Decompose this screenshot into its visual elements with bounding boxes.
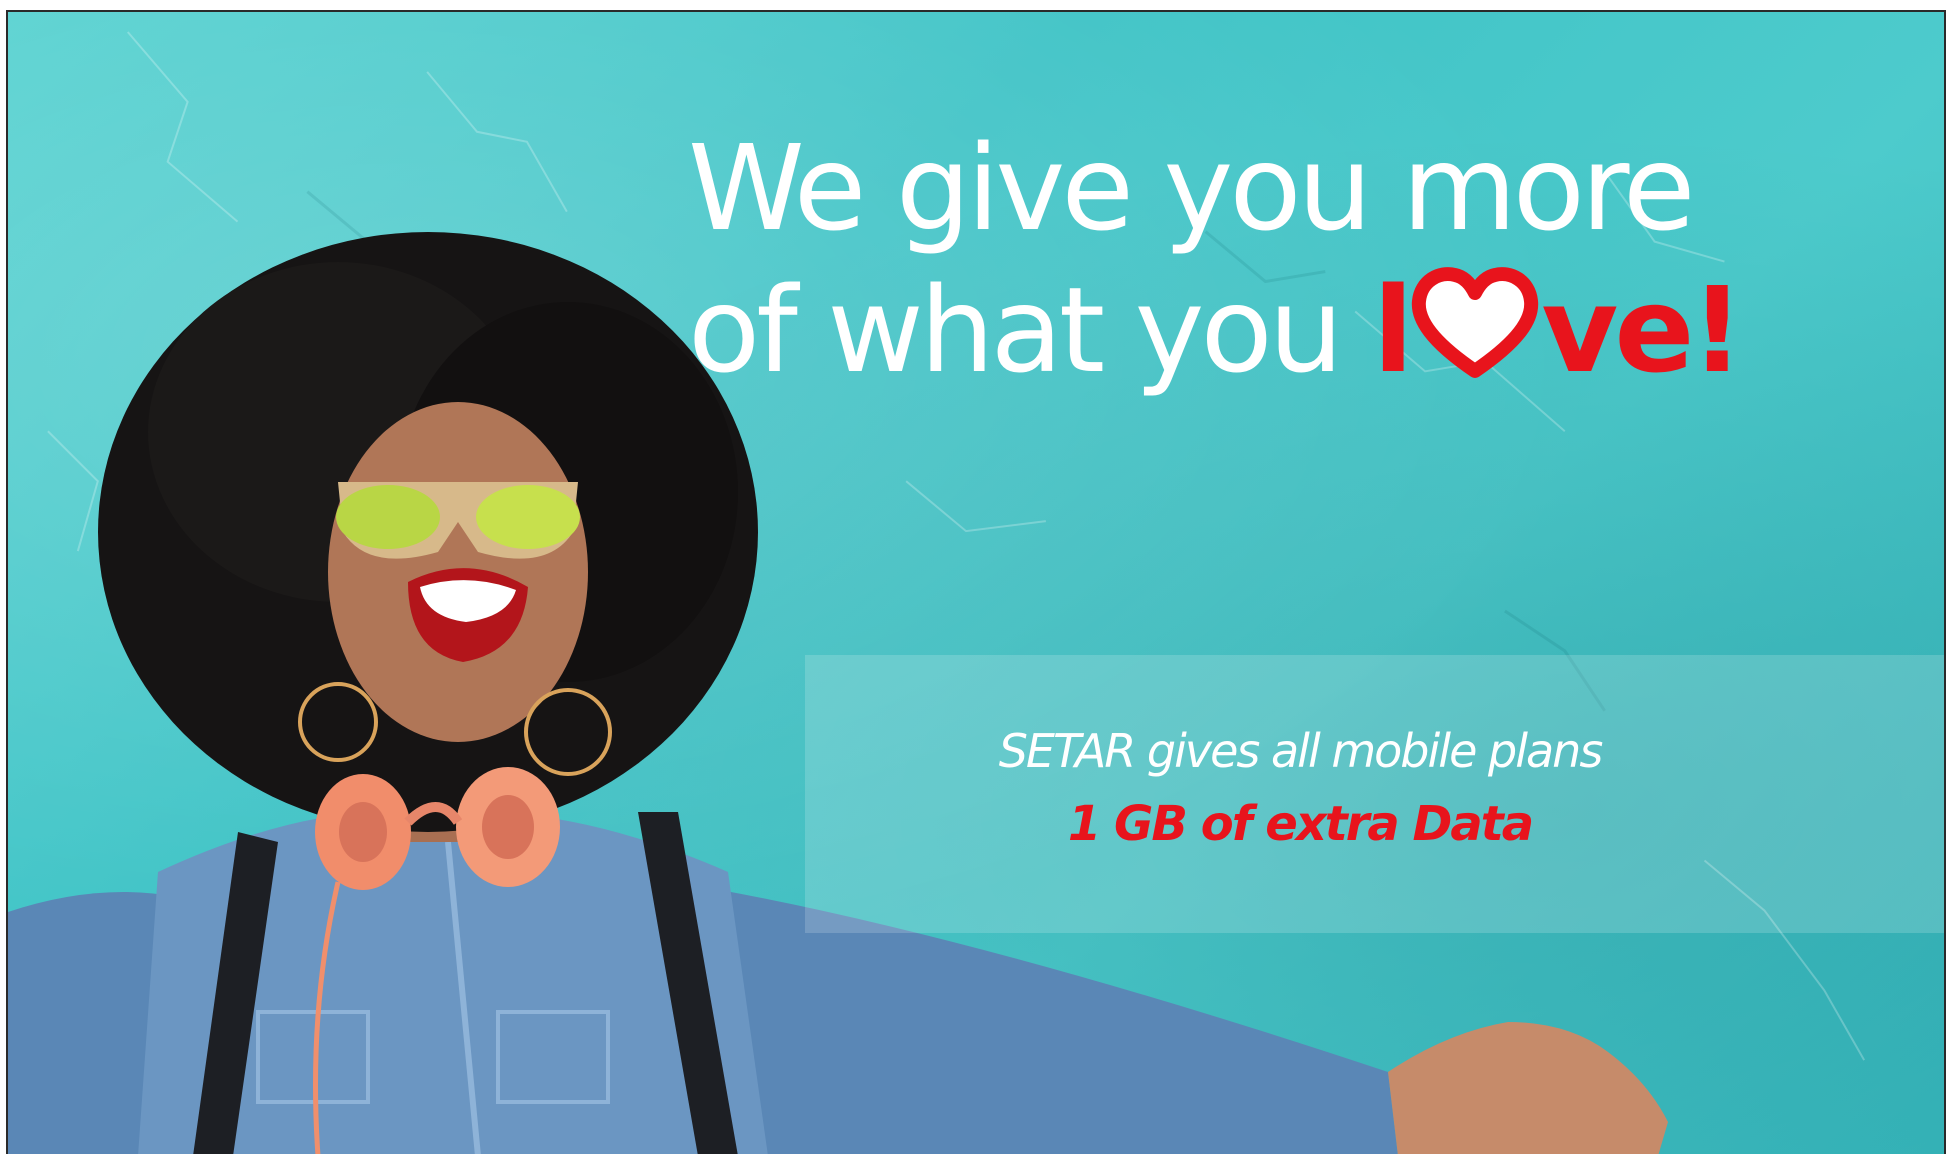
offer-line-2: 1 GB of extra Data bbox=[1067, 796, 1534, 852]
headline-line-1: We give you more bbox=[688, 119, 1695, 257]
headline: We give you more of what you l ve! bbox=[688, 117, 1744, 401]
headline-line-2-prefix: of what you bbox=[688, 261, 1373, 399]
love-word: l ve! bbox=[1372, 261, 1744, 399]
offer-panel: SETAR gives all mobile plans 1 GB of ext… bbox=[805, 655, 1944, 933]
headline-line-2: of what you l ve! bbox=[688, 259, 1744, 401]
offer-line-1: SETAR gives all mobile plans bbox=[998, 724, 1604, 778]
offer-text: SETAR gives all mobile plans 1 GB of ext… bbox=[805, 715, 1795, 861]
ad-banner: We give you more of what you l ve! SETAR … bbox=[6, 10, 1946, 1154]
love-letter-l: l bbox=[1372, 261, 1414, 399]
love-letters-ve: ve! bbox=[1541, 261, 1744, 399]
heart-icon bbox=[1411, 267, 1539, 379]
